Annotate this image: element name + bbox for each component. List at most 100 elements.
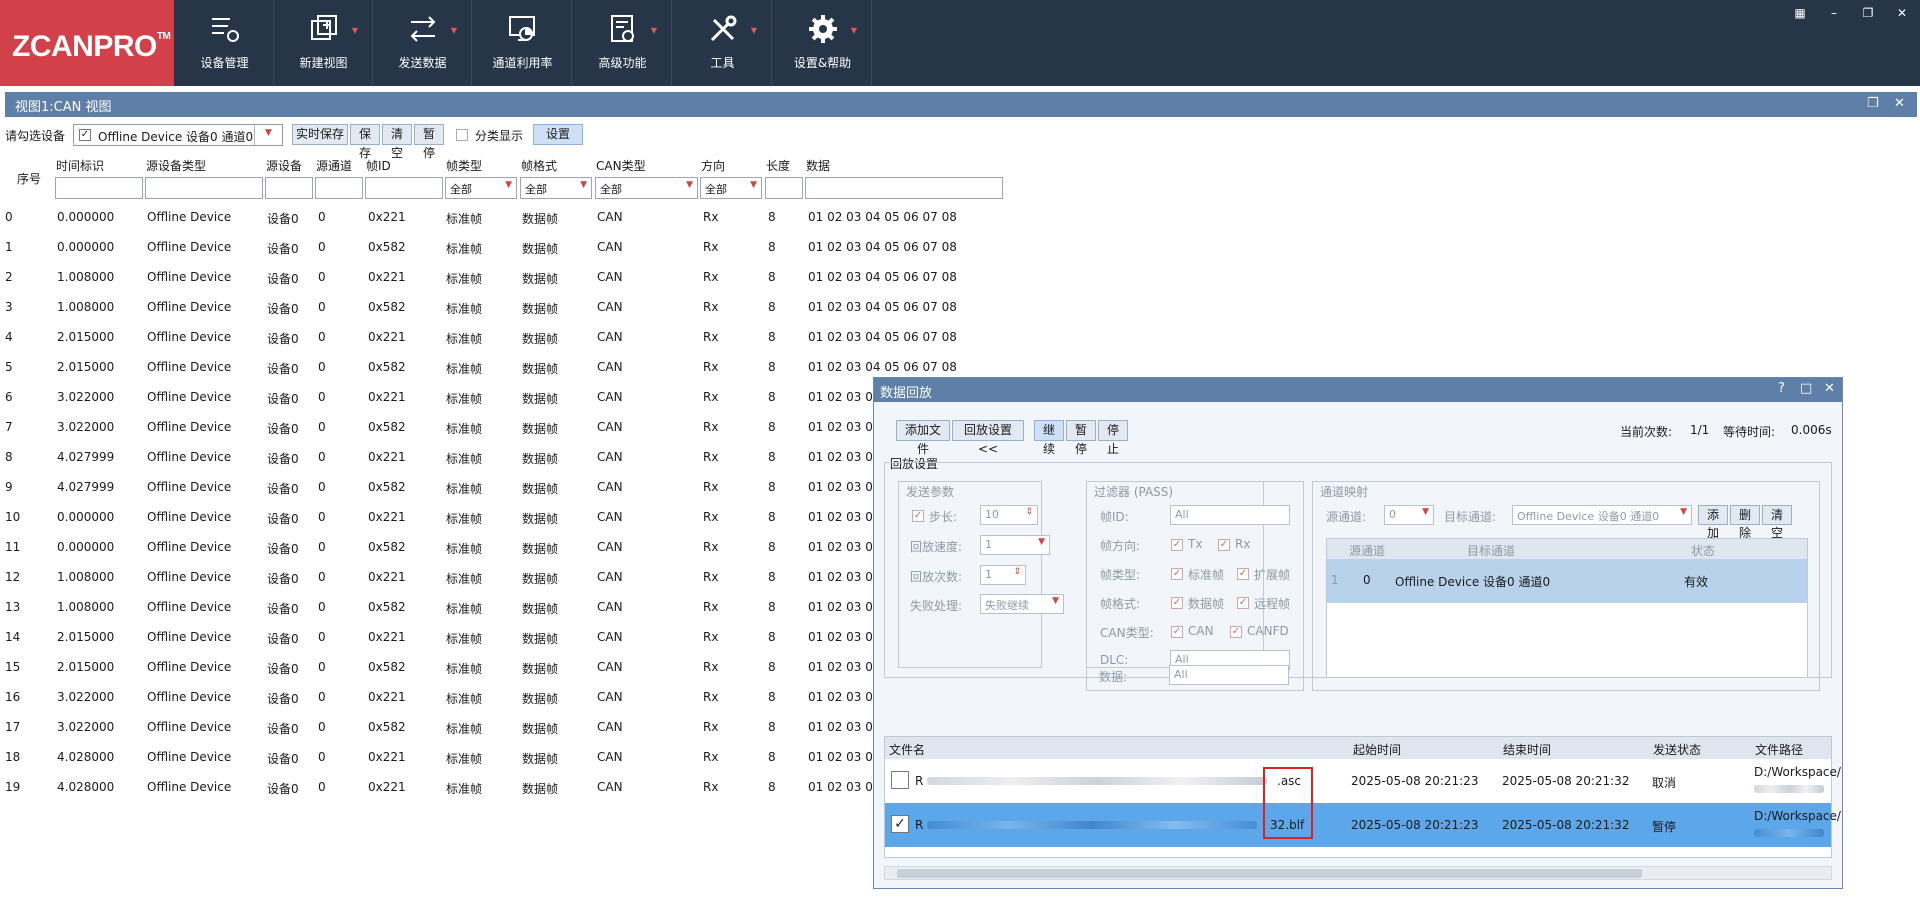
cell-can-type: CAN [597, 750, 623, 764]
file-path-redacted [1754, 829, 1824, 837]
cell-can-type: CAN [597, 240, 623, 254]
cell-time-stamp: 2.015000 [57, 330, 115, 344]
realtime-save-button[interactable]: 实时保存 [292, 124, 348, 145]
filter-direction-select[interactable]: 全部 ▼ [700, 177, 762, 199]
settings-button[interactable]: 设置 [533, 124, 583, 145]
filter-source-device-input[interactable] [265, 177, 313, 199]
restore-icon[interactable]: ❐ [1858, 5, 1878, 21]
file-row-checkbox-checked[interactable]: ✓ [891, 815, 909, 833]
stop-button[interactable]: 停止 [1098, 420, 1128, 456]
cell-frame-id: 0x582 [368, 300, 406, 314]
cell-direction: Rx [703, 600, 719, 614]
cell-data: 01 02 03 04 [808, 540, 881, 554]
toolbar-advanced-button[interactable]: 高级功能 ▼ [574, 0, 672, 86]
cell-source-device-type: Offline Device [147, 240, 232, 254]
cell-frame-type: 标准帧 [446, 482, 483, 496]
fail-handling-select[interactable]: 失败继续 ▼ [980, 594, 1064, 614]
toolbar-tools-button[interactable]: 工具 ▼ [674, 0, 772, 86]
data-filter-input[interactable]: All [1169, 665, 1289, 685]
step-spinbox[interactable]: 10 ⇕ [980, 505, 1038, 525]
table-row[interactable]: 3 1.008000 Offline Device 设备0 0 0x582 标准帧 数据帧 CA… [0, 300, 1920, 330]
pause-replay-button[interactable]: 暂停 [1066, 420, 1096, 456]
filter-time-input[interactable] [55, 177, 143, 199]
file-row-selected[interactable]: ✓ R 32.blf 2025-05-08 20:21:23 2025-05-0… [885, 803, 1841, 847]
filter-source-type-input[interactable] [145, 177, 263, 199]
toolbar-channel-usage-button[interactable]: 通道利用率 [474, 0, 572, 86]
mapping-clear-button[interactable]: 清空 [1762, 505, 1792, 540]
cell-can-type: CAN [597, 510, 623, 524]
filter-can-type-select[interactable]: 全部 ▼ [595, 177, 698, 199]
view-title: 视图1:CAN 视图 [15, 100, 112, 115]
filter-data-input[interactable] [805, 177, 1003, 199]
replay-count-spinbox[interactable]: 1 ⇕ [980, 565, 1026, 585]
mapping-add-button[interactable]: 添加 [1698, 505, 1728, 540]
cell-data: 01 02 03 04 05 06 07 08 [808, 210, 957, 224]
cell-time-stamp: 2.015000 [57, 360, 115, 374]
device-select[interactable]: ✓ Offline Device 设备0 通道0 ▼ [73, 124, 283, 146]
table-row[interactable]: 2 1.008000 Offline Device 设备0 0 0x221 标准帧 数据帧 CA… [0, 270, 1920, 300]
cell-can-type: CAN [597, 420, 623, 434]
src-channel-select[interactable]: 0 ▼ [1384, 505, 1434, 525]
toolbar-new-view-button[interactable]: 新建视图 ▼ [275, 0, 373, 86]
view-float-icon[interactable]: ❐ [1867, 96, 1879, 111]
device-checkbox[interactable]: ✓ [79, 129, 91, 141]
mapping-row[interactable]: 1 0 Offline Device 设备0 通道0 有效 [1327, 559, 1807, 603]
file-table-scrollbar[interactable] [884, 866, 1832, 880]
cell-source-channel: 0 [318, 420, 326, 434]
filter-frame-type-select[interactable]: 全部 ▼ [445, 177, 517, 199]
cell-source-device-type: Offline Device [147, 420, 232, 434]
cell-frame-type: 标准帧 [446, 362, 483, 376]
replay-settings-toggle-button[interactable]: 回放设置<< [952, 420, 1024, 456]
dst-channel-select[interactable]: Offline Device 设备0 通道0 ▼ [1512, 505, 1692, 525]
cell-length: 8 [768, 420, 776, 434]
column-header: CAN类型 [596, 159, 646, 173]
scrollbar-thumb[interactable] [897, 869, 1642, 878]
cell-time-stamp: 4.027999 [57, 450, 115, 464]
main-toolbar: ZCANPROTM 设备管理 新建视图 ▼ 发送数据 ▼ 通道利用率 高级功能 … [0, 0, 1920, 86]
view-close-icon[interactable]: ✕ [1894, 96, 1905, 111]
cell-data: 01 02 03 04 [808, 690, 881, 704]
cell-can-type: CAN [597, 210, 623, 224]
cell-source-device: 设备0 [267, 482, 299, 496]
cell-source-channel: 0 [318, 360, 326, 374]
dialog-close-icon[interactable]: ✕ [1824, 381, 1835, 396]
pause-button[interactable]: 暂停 [414, 124, 444, 160]
add-file-button[interactable]: 添加文件 [896, 420, 950, 456]
speed-select[interactable]: 1 ▼ [980, 535, 1050, 555]
toolbar-settings-help-button[interactable]: 设置&帮助 ▼ [774, 0, 872, 86]
cell-row-index: 1 [5, 240, 13, 254]
close-icon[interactable]: ✕ [1892, 5, 1912, 21]
cell-data: 01 02 03 04 [808, 420, 881, 434]
cell-frame-id: 0x582 [368, 600, 406, 614]
toolbar-device-manager-button[interactable]: 设备管理 [176, 0, 274, 86]
cell-row-index: 4 [5, 330, 13, 344]
table-row[interactable]: 1 0.000000 Offline Device 设备0 0 0x582 标准帧 数据帧 CA… [0, 240, 1920, 270]
cell-frame-type: 标准帧 [446, 782, 483, 796]
save-button[interactable]: 保存 [350, 124, 380, 160]
continue-button[interactable]: 继续 [1034, 420, 1064, 456]
filter-length-input[interactable] [765, 177, 803, 199]
file-header: 文件名 [889, 743, 926, 757]
cell-frame-id: 0x221 [368, 450, 406, 464]
clear-button[interactable]: 清空 [382, 124, 412, 160]
cell-row-index: 6 [5, 390, 13, 404]
filter-frame-format-select[interactable]: 全部 ▼ [520, 177, 592, 199]
cell-frame-format: 数据帧 [522, 452, 559, 466]
step-checkbox[interactable]: ✓ [912, 510, 924, 522]
table-row[interactable]: 0 0.000000 Offline Device 设备0 0 0x221 标准帧 数据帧 CA… [0, 210, 1920, 240]
toolbar-label: 高级功能 [598, 56, 647, 70]
mapping-delete-button[interactable]: 删除 [1730, 505, 1760, 540]
maximize-icon[interactable]: □ [1800, 381, 1812, 396]
toolbar-send-data-button[interactable]: 发送数据 ▼ [374, 0, 472, 86]
file-row[interactable]: R .asc 2025-05-08 20:21:23 2025-05-08 20… [885, 759, 1841, 803]
filter-frame-id-input[interactable] [365, 177, 443, 199]
file-row-checkbox[interactable] [891, 771, 909, 789]
cell-frame-format: 数据帧 [522, 542, 559, 556]
minimize-icon[interactable]: – [1824, 5, 1844, 21]
classify-checkbox[interactable] [456, 129, 468, 141]
layout-grid-icon[interactable]: ▦ [1790, 5, 1810, 21]
cell-row-index: 12 [5, 570, 21, 584]
filter-source-channel-input[interactable] [315, 177, 363, 199]
table-row[interactable]: 4 2.015000 Offline Device 设备0 0 0x221 标准帧 数据帧 CA… [0, 330, 1920, 360]
help-icon[interactable]: ? [1778, 381, 1785, 396]
